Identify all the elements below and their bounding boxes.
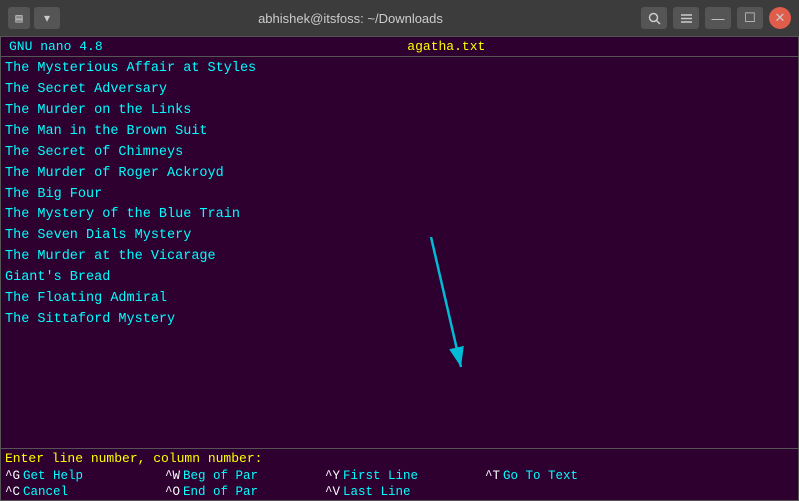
content-line: The Floating Admiral <box>5 289 794 310</box>
shortcut-go-to-text: ^T Go To Text <box>485 469 645 483</box>
content-line: The Seven Dials Mystery <box>5 226 794 247</box>
label-cancel: Cancel <box>23 485 68 499</box>
label-first-line: First Line <box>343 469 418 483</box>
content-line: The Secret Adversary <box>5 80 794 101</box>
titlebar-title: abhishek@itsfoss: ~/Downloads <box>66 11 635 26</box>
prompt-input[interactable] <box>262 451 322 466</box>
shortcut-row-1: ^G Get Help ^W Beg of Par ^Y First Line … <box>1 468 798 484</box>
maximize-button[interactable]: ☐ <box>737 7 763 29</box>
search-button[interactable] <box>641 7 667 29</box>
label-last-line: Last Line <box>343 485 411 499</box>
shortcut-row-2: ^C Cancel ^O End of Par ^V Last Line <box>1 484 798 500</box>
prompt-text: Enter line number, column number: <box>5 451 262 466</box>
label-go-to-text: Go To Text <box>503 469 578 483</box>
key-ctrl-g: ^G <box>5 469 20 483</box>
nano-filename: agatha.txt <box>407 39 485 54</box>
minimize-button[interactable]: — <box>705 7 731 29</box>
terminal-icon: ▤ <box>15 11 22 26</box>
titlebar-dropdown-button[interactable]: ▾ <box>34 7 60 29</box>
prompt-line: Enter line number, column number: <box>5 451 794 466</box>
content-line: The Mystery of the Blue Train <box>5 205 794 226</box>
title-bar: ▤ ▾ abhishek@itsfoss: ~/Downloads — ☐ ✕ <box>0 0 799 36</box>
label-get-help: Get Help <box>23 469 83 483</box>
shortcut-empty <box>485 485 645 499</box>
key-ctrl-v: ^V <box>325 485 340 499</box>
key-ctrl-c: ^C <box>5 485 20 499</box>
menu-button[interactable] <box>673 7 699 29</box>
shortcut-beg-par: ^W Beg of Par <box>165 469 325 483</box>
content-line: The Man in the Brown Suit <box>5 122 794 143</box>
search-icon <box>648 12 661 25</box>
key-ctrl-w: ^W <box>165 469 180 483</box>
key-ctrl-o: ^O <box>165 485 180 499</box>
shortcut-end-par: ^O End of Par <box>165 485 325 499</box>
titlebar-controls: — ☐ ✕ <box>641 7 791 29</box>
close-button[interactable]: ✕ <box>769 7 791 29</box>
content-line: The Murder of Roger Ackroyd <box>5 164 794 185</box>
shortcut-last-line: ^V Last Line <box>325 485 485 499</box>
nano-shortcuts: ^G Get Help ^W Beg of Par ^Y First Line … <box>1 468 798 500</box>
content-line: Giant's Bread <box>5 268 794 289</box>
content-line: The Murder at the Vicarage <box>5 247 794 268</box>
label-beg-par: Beg of Par <box>183 469 258 483</box>
content-line: The Mysterious Affair at Styles <box>5 59 794 80</box>
key-ctrl-t: ^T <box>485 469 500 483</box>
nano-prompt-bar: Enter line number, column number: <box>1 448 798 468</box>
nano-version: GNU nano 4.8 <box>9 39 103 54</box>
key-ctrl-y: ^Y <box>325 469 340 483</box>
content-line: The Sittaford Mystery <box>5 310 794 331</box>
menu-icon <box>680 12 693 25</box>
app-icon: ▤ <box>8 7 30 29</box>
content-line: The Murder on the Links <box>5 101 794 122</box>
terminal-window: GNU nano 4.8 agatha.txt The Mysterious A… <box>0 36 799 501</box>
titlebar-left: ▤ ▾ <box>8 7 60 29</box>
nano-header: GNU nano 4.8 agatha.txt <box>1 37 798 57</box>
label-end-par: End of Par <box>183 485 258 499</box>
nano-content-area[interactable]: The Mysterious Affair at StylesThe Secre… <box>1 57 798 448</box>
shortcut-get-help: ^G Get Help <box>5 469 165 483</box>
content-line: The Secret of Chimneys <box>5 143 794 164</box>
content-line: The Big Four <box>5 185 794 206</box>
shortcut-first-line: ^Y First Line <box>325 469 485 483</box>
shortcut-cancel: ^C Cancel <box>5 485 165 499</box>
